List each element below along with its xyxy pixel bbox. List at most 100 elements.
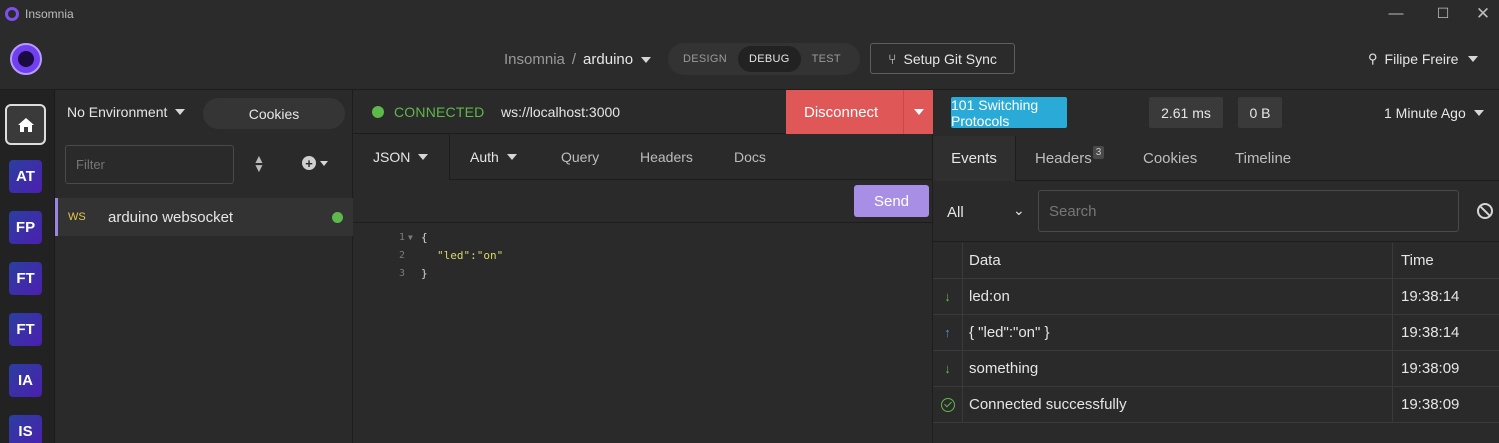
breadcrumb-project[interactable]: arduino [583, 51, 633, 68]
event-time: 19:38:09 [1392, 351, 1499, 386]
editor-line: 3 } [353, 264, 933, 282]
cookies-button[interactable]: Cookies [203, 98, 345, 129]
tab-events[interactable]: Events [933, 136, 1016, 181]
tab-query[interactable]: Query [561, 134, 599, 180]
code-text: } [421, 266, 428, 280]
line-number: 1 [398, 231, 405, 243]
event-filter-row: All ⌄ [933, 182, 1499, 242]
tab-json[interactable]: JSON [353, 134, 450, 180]
plus-circle-icon: + [302, 156, 316, 170]
breadcrumb-separator: / [571, 51, 577, 68]
response-tabs: Events Headers 3 Cookies Timeline [933, 136, 1499, 181]
disconnect-dropdown[interactable] [903, 90, 933, 134]
tab-json-label: JSON [373, 149, 411, 165]
close-button[interactable]: ✕ [1460, 0, 1499, 27]
down-arrow-icon: ↓ [944, 289, 951, 304]
event-data: led:on [969, 288, 1010, 305]
send-button[interactable]: Send [854, 185, 929, 217]
event-search-input[interactable] [1038, 190, 1459, 232]
minimize-button[interactable]: — [1373, 0, 1419, 27]
disconnect-button[interactable]: Disconnect [786, 90, 933, 134]
line-number: 2 [398, 249, 405, 261]
connected-dot-icon [372, 106, 384, 118]
event-data: { "led":"on" } [969, 324, 1050, 341]
tab-docs[interactable]: Docs [734, 134, 766, 180]
tab-timeline[interactable]: Timeline [1235, 136, 1291, 181]
rail-item-ia[interactable]: IA [9, 364, 42, 397]
user-name: Filipe Freire [1384, 51, 1459, 67]
event-data: Connected successfully [969, 396, 1127, 413]
chevron-down-icon [913, 109, 924, 115]
request-name: arduino websocket [108, 208, 234, 226]
response-history[interactable]: 1 Minute Ago [1384, 105, 1484, 121]
event-type-select[interactable]: All [947, 204, 964, 221]
table-row[interactable]: ↓ led:on 19:38:14 [933, 279, 1499, 315]
chevron-down-icon [175, 109, 186, 115]
insomnia-logo-icon[interactable] [10, 43, 42, 75]
home-button[interactable] [5, 104, 46, 145]
filter-input[interactable] [65, 145, 234, 184]
rail-item-ft-2[interactable]: FT [9, 313, 42, 346]
rail-item-is[interactable]: IS [9, 415, 42, 443]
up-arrow-icon: ↑ [944, 325, 951, 340]
chevron-down-icon [418, 154, 429, 160]
user-menu[interactable]: ⚲ Filipe Freire [1368, 51, 1479, 67]
column-header-time: Time [1392, 243, 1499, 278]
url-bar: CONNECTED ws://localhost:3000 Disconnect [353, 90, 933, 134]
direction-cell [933, 387, 963, 422]
mode-design[interactable]: DESIGN [672, 46, 738, 72]
setup-git-sync-button[interactable]: ⑂ Setup Git Sync [870, 43, 1015, 74]
send-row: Send [353, 180, 933, 223]
connection-status: CONNECTED [394, 104, 485, 120]
rail-item-at[interactable]: AT [9, 160, 42, 193]
response-size: 0 B [1238, 97, 1282, 128]
disconnect-label: Disconnect [804, 103, 879, 121]
response-pane: 101 Switching Protocols 2.61 ms 0 B 1 Mi… [933, 90, 1499, 443]
git-branch-icon: ⑂ [888, 50, 897, 67]
environment-selector[interactable]: No Environment [67, 104, 186, 120]
direction-cell: ↓ [933, 279, 963, 314]
editor-line: 2 "led":"on" [353, 246, 933, 264]
app-header: Insomnia / arduino DESIGN DEBUG TEST ⑂ S… [0, 27, 1499, 90]
insomnia-logo-icon [5, 6, 19, 21]
down-arrow-icon: ↓ [944, 361, 951, 376]
tab-headers-label: Headers [1035, 150, 1092, 167]
tab-auth-label: Auth [470, 149, 499, 165]
direction-cell: ↑ [933, 315, 963, 350]
tab-headers[interactable]: Headers [640, 134, 693, 180]
request-sidebar: No Environment Cookies ▲▼ + WS arduino w… [55, 90, 353, 443]
table-row[interactable]: Connected successfully 19:38:09 [933, 387, 1499, 423]
rail-item-ft-1[interactable]: FT [9, 262, 42, 295]
fold-icon[interactable]: ▼ [408, 233, 413, 242]
request-tabs: JSON Auth Query Headers Docs [353, 134, 933, 180]
breadcrumb-workspace[interactable]: Insomnia [504, 51, 565, 68]
status-badge: 101 Switching Protocols [951, 97, 1067, 129]
window-title: Insomnia [25, 6, 74, 21]
column-header-data: Data [969, 252, 1001, 269]
body-editor[interactable]: 1 ▼ { 2 "led":"on" 3 } [353, 224, 933, 443]
rail-item-fp[interactable]: FP [9, 211, 42, 244]
url-field[interactable]: ws://localhost:3000 [501, 104, 620, 120]
mode-test[interactable]: TEST [801, 46, 852, 72]
table-row[interactable]: ↑ { "led":"on" } 19:38:14 [933, 315, 1499, 351]
tab-auth[interactable]: Auth [470, 134, 517, 180]
headers-count-badge: 3 [1092, 146, 1105, 159]
mode-debug[interactable]: DEBUG [737, 46, 801, 72]
request-item[interactable]: WS arduino websocket [55, 198, 353, 236]
icon-column-header [933, 243, 963, 278]
add-request-button[interactable]: + [302, 156, 328, 170]
sort-icon[interactable]: ▲ ▼ [253, 153, 265, 174]
request-method: WS [68, 211, 86, 223]
chevron-down-icon[interactable]: ⌄ [1013, 202, 1025, 219]
line-number: 3 [398, 267, 405, 279]
code-text: { [421, 230, 428, 244]
chevron-down-icon [1473, 110, 1484, 116]
chevron-down-icon[interactable] [641, 56, 652, 63]
clear-events-icon[interactable] [1477, 203, 1493, 219]
table-row[interactable]: ↓ something 19:38:09 [933, 351, 1499, 387]
response-age: 1 Minute Ago [1384, 105, 1466, 121]
check-circle-icon [940, 397, 955, 412]
tab-response-headers[interactable]: Headers 3 [1035, 136, 1105, 181]
tab-response-cookies[interactable]: Cookies [1143, 136, 1197, 181]
chevron-down-icon [320, 160, 328, 166]
